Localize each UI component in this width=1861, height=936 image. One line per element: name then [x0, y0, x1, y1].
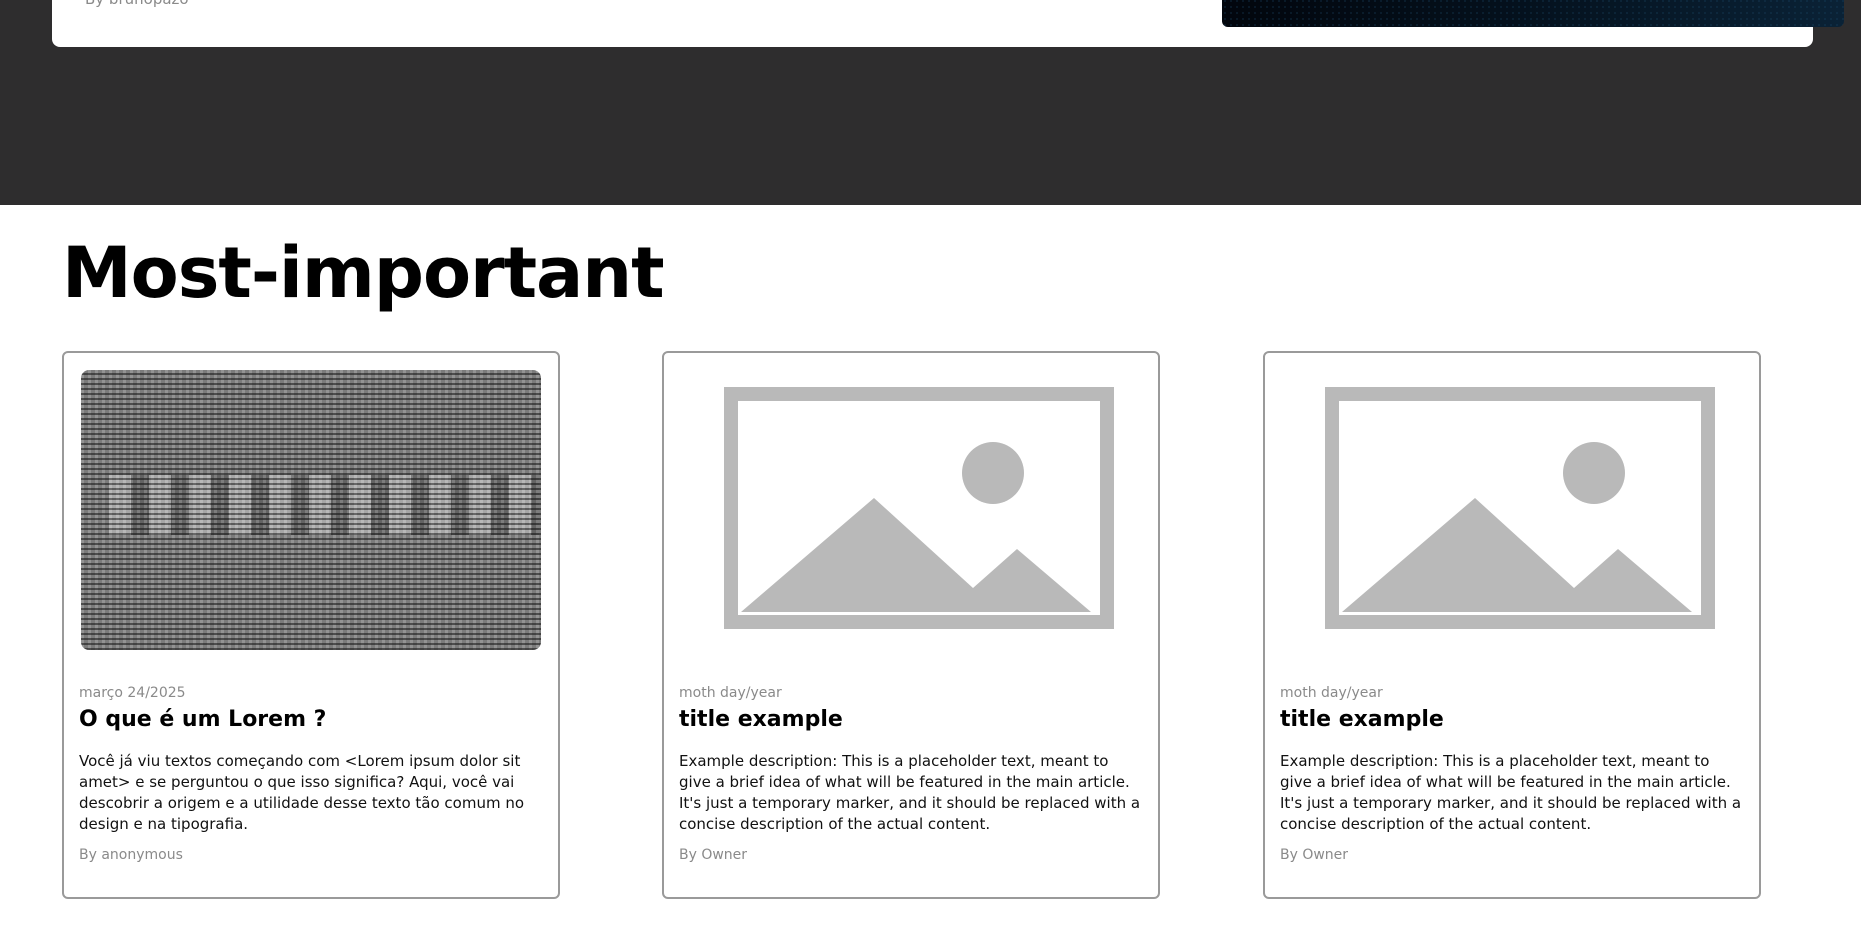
- lorem-text-image[interactable]: [81, 370, 541, 650]
- section-title: Most-important: [62, 232, 665, 314]
- hero-banner: By brunopazo: [0, 0, 1861, 205]
- article-title[interactable]: title example: [1280, 707, 1444, 732]
- article-date: moth day/year: [1280, 685, 1383, 701]
- article-description: Example description: This is a placehold…: [1280, 752, 1742, 833]
- article-description: Example description: This is a placehold…: [679, 752, 1141, 833]
- article-date: março 24/2025: [79, 685, 186, 701]
- image-placeholder-icon[interactable]: [681, 370, 1141, 650]
- article-description: Você já viu textos começando com <Lorem …: [79, 752, 525, 833]
- article-title[interactable]: title example: [679, 707, 843, 732]
- featured-article-card[interactable]: By brunopazo: [52, 0, 1844, 47]
- hero-author: By brunopazo: [85, 0, 189, 8]
- featured-article-image[interactable]: [1222, 0, 1844, 27]
- article-author: By Owner: [1280, 847, 1349, 863]
- article-author: By anonymous: [79, 847, 183, 863]
- article-card[interactable]: março 24/2025 O que é um Lorem ? Você já…: [62, 351, 560, 899]
- article-title[interactable]: O que é um Lorem ?: [79, 707, 326, 732]
- article-card[interactable]: moth day/year title example Example desc…: [1263, 351, 1761, 899]
- article-author: By Owner: [679, 847, 748, 863]
- article-card[interactable]: moth day/year title example Example desc…: [662, 351, 1160, 899]
- image-placeholder-icon[interactable]: [1282, 370, 1742, 650]
- article-date: moth day/year: [679, 685, 782, 701]
